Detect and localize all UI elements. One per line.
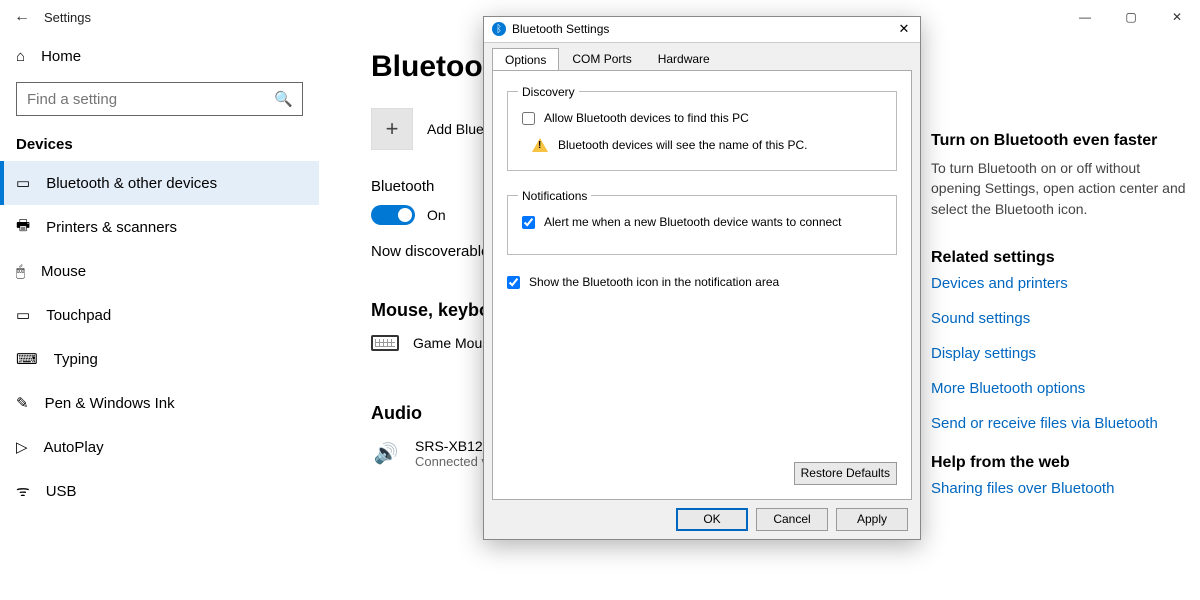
discovery-warning-text: Bluetooth devices will see the name of t…: [558, 138, 807, 152]
sidebar-item-label: Mouse: [41, 263, 86, 280]
right-panel: Turn on Bluetooth even faster To turn Bl…: [931, 42, 1191, 600]
alert-connect-checkbox[interactable]: Alert me when a new Bluetooth device wan…: [518, 213, 886, 232]
warning-icon: [532, 138, 548, 152]
printer-icon: 🖶: [16, 215, 30, 240]
sidebar-item-usb[interactable]: ᯤ USB: [0, 469, 319, 513]
back-button[interactable]: ←: [0, 8, 44, 26]
notifications-legend: Notifications: [518, 189, 591, 203]
alert-connect-input[interactable]: [522, 216, 535, 229]
tab-hardware[interactable]: Hardware: [645, 47, 723, 70]
sidebar-item-typing[interactable]: ⌨ Typing: [0, 337, 319, 381]
tab-panel-options: Discovery Allow Bluetooth devices to fin…: [492, 70, 912, 500]
dialog-tabs: Options COM Ports Hardware: [492, 47, 912, 70]
help-title: Help from the web: [931, 454, 1191, 472]
sidebar-item-label: Touchpad: [46, 307, 111, 324]
usb-icon: ᯤ: [16, 481, 30, 501]
dialog-titlebar[interactable]: ᛒ Bluetooth Settings ✕: [484, 17, 920, 42]
link-display-settings[interactable]: Display settings: [931, 345, 1191, 362]
search-input[interactable]: [16, 82, 303, 116]
bluetooth-icon: ᛒ: [492, 22, 506, 36]
maximize-button[interactable]: ▢: [1108, 1, 1154, 33]
allow-discovery-input[interactable]: [522, 112, 535, 125]
link-devices-printers[interactable]: Devices and printers: [931, 275, 1191, 292]
pen-icon: ✎: [16, 394, 29, 412]
search-box[interactable]: 🔍: [16, 82, 303, 116]
cancel-button[interactable]: Cancel: [756, 508, 828, 531]
allow-discovery-label: Allow Bluetooth devices to find this PC: [544, 111, 749, 125]
bluetooth-toggle[interactable]: [371, 205, 415, 225]
tip-body: To turn Bluetooth on or off without open…: [931, 158, 1191, 219]
speaker-icon: 🔊: [371, 441, 401, 466]
ok-button[interactable]: OK: [676, 508, 748, 531]
mouse-icon: 🖱: [16, 263, 25, 280]
link-send-receive-bt[interactable]: Send or receive files via Bluetooth: [931, 415, 1191, 432]
sidebar-item-label: Typing: [54, 351, 98, 368]
window-title: Settings: [44, 10, 91, 25]
bluetooth-icon: ▭: [16, 174, 30, 192]
link-sound-settings[interactable]: Sound settings: [931, 310, 1191, 327]
discovery-group: Discovery Allow Bluetooth devices to fin…: [507, 85, 897, 171]
show-tray-icon-input[interactable]: [507, 276, 520, 289]
sidebar-section-label: Devices: [0, 130, 319, 161]
show-tray-icon-checkbox[interactable]: Show the Bluetooth icon in the notificat…: [503, 273, 897, 292]
minimize-button[interactable]: —: [1062, 1, 1108, 33]
home-icon: ⌂: [16, 48, 25, 65]
sidebar-item-label: USB: [46, 483, 77, 500]
show-tray-icon-label: Show the Bluetooth icon in the notificat…: [529, 275, 779, 289]
autoplay-icon: ▷: [16, 438, 28, 456]
close-window-button[interactable]: ✕: [1154, 1, 1200, 33]
search-icon: 🔍: [274, 90, 293, 108]
dialog-close-button[interactable]: ✕: [894, 21, 914, 37]
allow-discovery-checkbox[interactable]: Allow Bluetooth devices to find this PC: [518, 109, 886, 128]
sidebar-item-label: Pen & Windows Ink: [45, 395, 175, 412]
add-device-button[interactable]: +: [371, 108, 413, 150]
sidebar-item-label: Bluetooth & other devices: [46, 175, 217, 192]
alert-connect-label: Alert me when a new Bluetooth device wan…: [544, 215, 842, 229]
sidebar-item-pen[interactable]: ✎ Pen & Windows Ink: [0, 381, 319, 425]
sidebar-item-bluetooth[interactable]: ▭ Bluetooth & other devices: [0, 161, 319, 205]
sidebar-item-mouse[interactable]: 🖱 Mouse: [0, 249, 319, 293]
tab-options[interactable]: Options: [492, 48, 559, 71]
apply-button[interactable]: Apply: [836, 508, 908, 531]
sidebar: ⌂ Home 🔍 Devices ▭ Bluetooth & other dev…: [0, 34, 335, 600]
bluetooth-toggle-state: On: [427, 207, 446, 223]
dialog-footer: OK Cancel Apply: [484, 500, 920, 539]
link-more-bluetooth[interactable]: More Bluetooth options: [931, 380, 1191, 397]
link-sharing-files-bt[interactable]: Sharing files over Bluetooth: [931, 480, 1191, 497]
sidebar-item-label: AutoPlay: [44, 439, 104, 456]
sidebar-item-touchpad[interactable]: ▭ Touchpad: [0, 293, 319, 337]
notifications-group: Notifications Alert me when a new Blueto…: [507, 189, 897, 255]
tab-com-ports[interactable]: COM Ports: [559, 47, 644, 70]
sidebar-home-label: Home: [41, 48, 81, 65]
sidebar-item-autoplay[interactable]: ▷ AutoPlay: [0, 425, 319, 469]
sidebar-home[interactable]: ⌂ Home: [0, 34, 319, 78]
touchpad-icon: ▭: [16, 306, 30, 324]
sidebar-item-printers[interactable]: 🖶 Printers & scanners: [0, 205, 319, 249]
keyboard-device-icon: [371, 335, 399, 351]
sidebar-item-label: Printers & scanners: [46, 219, 177, 236]
tip-title: Turn on Bluetooth even faster: [931, 132, 1191, 150]
keyboard-icon: ⌨: [16, 350, 38, 368]
restore-defaults-button[interactable]: Restore Defaults: [794, 462, 897, 485]
dialog-title: Bluetooth Settings: [512, 22, 609, 36]
bluetooth-settings-dialog: ᛒ Bluetooth Settings ✕ Options COM Ports…: [483, 16, 921, 540]
discovery-legend: Discovery: [518, 85, 579, 99]
related-settings-title: Related settings: [931, 249, 1191, 267]
